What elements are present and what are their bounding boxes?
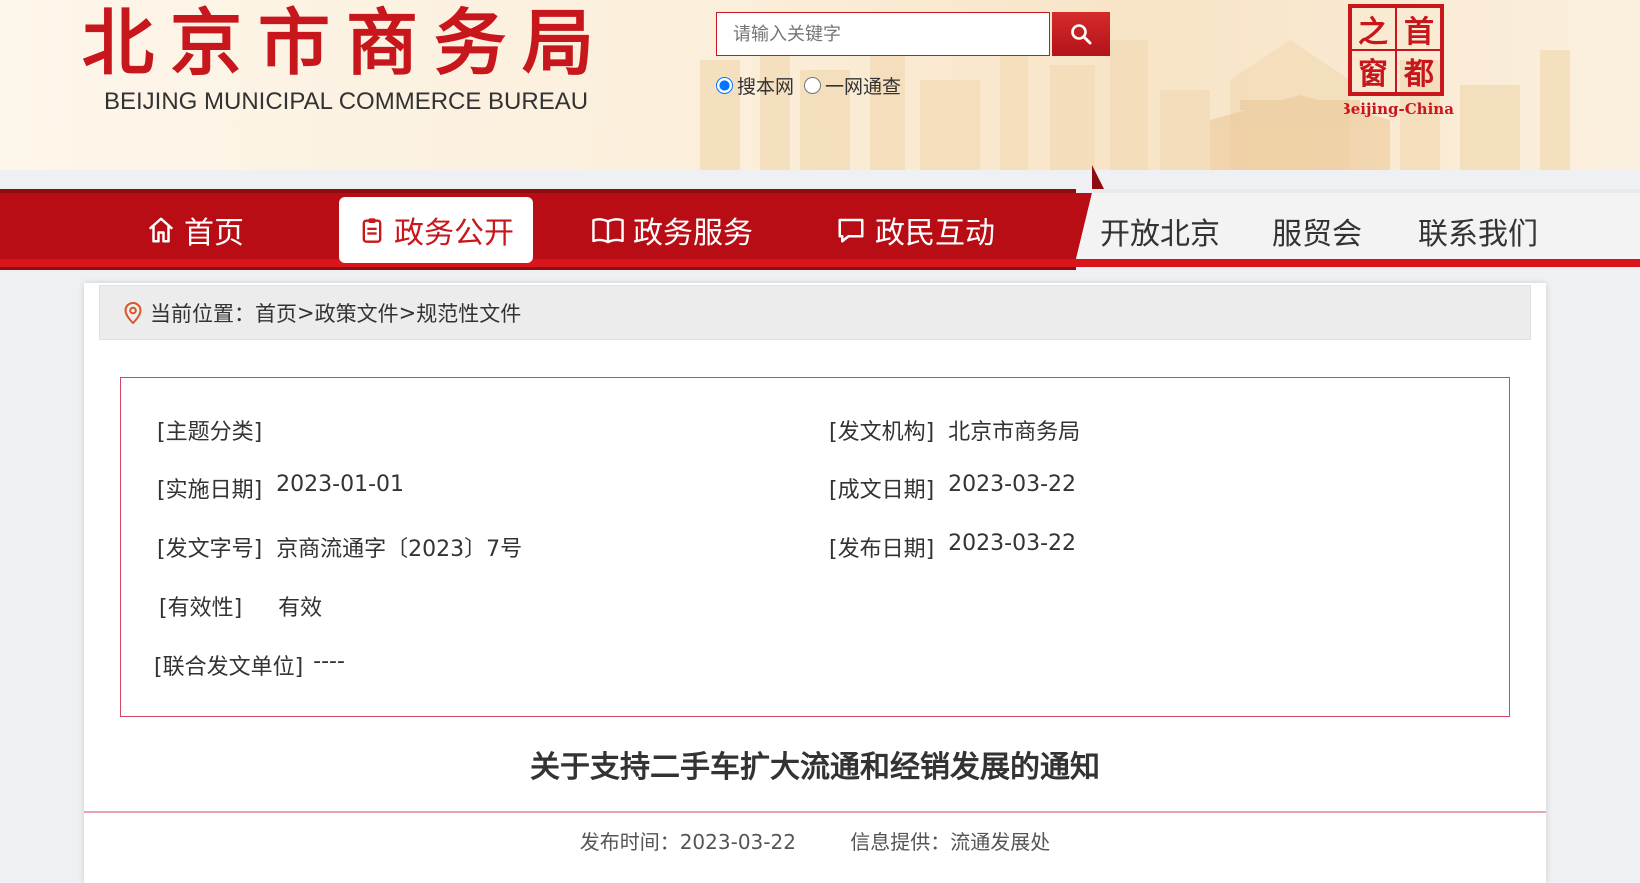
- breadcrumb-home[interactable]: 首页: [255, 298, 297, 328]
- site-logo-en: BEIJING MUNICIPAL COMMERCE BUREAU: [104, 88, 589, 115]
- nav-open-beijing[interactable]: 开放北京: [1100, 201, 1220, 261]
- meta-doc-number: [发文字号] 京商流通字〔2023〕7号: [157, 531, 522, 563]
- breadcrumb-normative-docs[interactable]: 规范性文件: [416, 298, 521, 328]
- site-header: 北京市商务局 BEIJING MUNICIPAL COMMERCE BUREAU…: [0, 0, 1640, 170]
- nav-ciftis[interactable]: 服贸会: [1272, 201, 1362, 261]
- breadcrumb-separator: >: [398, 300, 417, 325]
- breadcrumb-separator: >: [297, 300, 315, 325]
- nav-home[interactable]: 首页: [130, 197, 260, 263]
- meta-joint-value: ----: [313, 649, 345, 674]
- search-field[interactable]: [716, 12, 1050, 56]
- meta-org-value: 北京市商务局: [948, 420, 1081, 445]
- radio-site-label: 搜本网: [737, 76, 795, 98]
- main-navigation: 首页 政务公开 政务服务 政民互动 开放北京 服贸会 联系我们: [0, 165, 1640, 270]
- breadcrumb-policy-docs[interactable]: 政策文件: [315, 298, 399, 328]
- meta-pub-value: 2023-03-22: [948, 531, 1077, 556]
- meta-made-date: [成文日期] 2023-03-22: [829, 472, 1076, 504]
- nav-gov-affairs[interactable]: 政务公开: [339, 197, 533, 263]
- radio-all-option[interactable]: 一网通查: [802, 72, 901, 99]
- capital-char-2: 首: [1404, 15, 1434, 50]
- meta-org-label: [发文机构]: [829, 420, 935, 445]
- location-pin-icon: [124, 301, 142, 324]
- meta-org: [发文机构] 北京市商务局: [829, 414, 1080, 446]
- nav-gov-services-label: 政务服务: [633, 216, 753, 251]
- meta-validity: [有效性] 有效: [159, 590, 322, 622]
- search-button[interactable]: [1052, 12, 1110, 56]
- radio-site-option[interactable]: 搜本网: [714, 72, 794, 99]
- meta-pub-label: [发布日期]: [829, 537, 935, 562]
- nav-contact-us[interactable]: 联系我们: [1418, 201, 1538, 261]
- clipboard-icon: [362, 218, 382, 243]
- capital-en: Beijing-China: [1344, 100, 1454, 118]
- meta-impl-value: 2023-01-01: [276, 472, 405, 497]
- radio-all[interactable]: [804, 77, 822, 94]
- radio-all-label: 一网通查: [825, 76, 902, 98]
- meta-made-value: 2023-03-22: [948, 472, 1077, 497]
- meta-docno-label: [发文字号]: [157, 537, 263, 562]
- search-icon: [1071, 24, 1092, 45]
- book-icon: [592, 218, 624, 244]
- meta-topic-label: [主题分类]: [157, 420, 263, 445]
- breadcrumb-prefix: 当前位置：: [150, 301, 255, 326]
- publish-info: 发布时间：2023-03-22 信息提供：流通发展处: [84, 826, 1546, 855]
- meta-valid-value: 有效: [278, 596, 323, 621]
- capital-char-4: 都: [1403, 57, 1434, 92]
- document-metadata: [主题分类] [发文机构] 北京市商务局 [实施日期] 2023-01-01 […: [120, 377, 1510, 717]
- meta-joint-label: [联合发文单位]: [154, 655, 304, 680]
- meta-pub-date: [发布日期] 2023-03-22: [829, 531, 1076, 563]
- document-title: 关于支持二手车扩大流通和经销发展的通知: [530, 750, 1100, 785]
- search-input[interactable]: [717, 13, 1049, 55]
- chat-icon: [838, 218, 864, 243]
- home-icon: [148, 217, 174, 243]
- publish-time: 发布时间：2023-03-22: [579, 830, 796, 854]
- capital-window-logo[interactable]: 之 首 窗 都 Beijing-China: [1344, 4, 1468, 120]
- breadcrumb: 当前位置： 首页 > 政策文件 > 规范性文件: [99, 285, 1531, 340]
- meta-made-label: [成文日期]: [829, 478, 935, 503]
- info-source: 信息提供：流通发展处: [850, 830, 1051, 854]
- nav-gov-services[interactable]: 政务服务: [587, 197, 757, 263]
- meta-impl-label: [实施日期]: [157, 478, 263, 503]
- meta-docno-value: 京商流通字〔2023〕7号: [276, 537, 523, 562]
- nav-home-label: 首页: [184, 216, 244, 251]
- capital-char-1: 之: [1358, 15, 1388, 50]
- meta-valid-label: [有效性]: [159, 596, 243, 621]
- radio-site[interactable]: [716, 77, 733, 94]
- site-logo-cn[interactable]: 北京市商务局: [82, 2, 610, 84]
- meta-joint-issuer: [联合发文单位] ----: [154, 649, 345, 681]
- capital-char-3: 窗: [1358, 57, 1388, 92]
- nav-interaction[interactable]: 政民互动: [830, 197, 1000, 263]
- meta-topic: [主题分类]: [157, 414, 276, 446]
- meta-impl-date: [实施日期] 2023-01-01: [157, 472, 404, 504]
- title-divider: [84, 811, 1546, 813]
- nav-interaction-label: 政民互动: [875, 216, 995, 251]
- nav-gov-affairs-label: 政务公开: [394, 216, 514, 251]
- search-scope: 搜本网 一网通查: [714, 72, 909, 99]
